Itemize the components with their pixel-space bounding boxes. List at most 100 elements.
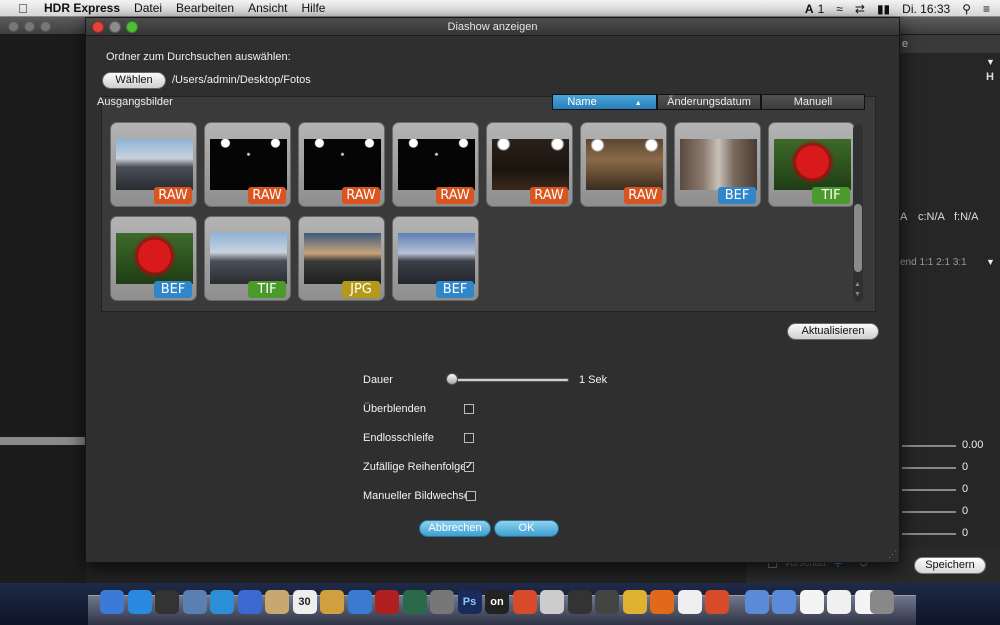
resize-handle-icon[interactable]: ⋰ [888,549,897,560]
calendar-icon[interactable]: 30 [292,590,317,614]
folder-blue-icon[interactable] [744,590,769,614]
adjust-slider-5[interactable] [902,533,956,535]
duration-slider-knob[interactable] [446,373,458,385]
refresh-button[interactable]: Aktualisieren [787,323,879,340]
adjust-slider-3[interactable] [902,489,956,491]
duration-label: Dauer [363,374,393,386]
adjust-slider-2[interactable] [902,467,956,469]
safari-icon[interactable] [210,590,234,614]
chrome-alt-icon[interactable] [705,590,729,614]
doc-icon[interactable] [799,590,824,614]
facetime-icon[interactable] [237,590,262,614]
ok-button[interactable]: OK [494,520,559,537]
sort-ascending-icon: ▲ [634,100,642,107]
thumbnail-item[interactable]: RAW [298,122,385,207]
bg-close-icon[interactable] [8,21,19,32]
adobe-icon[interactable]: A [805,2,814,16]
option-crossfade-checkbox[interactable] [464,404,474,414]
disk-icon[interactable] [540,590,564,614]
iphoto-icon[interactable] [320,590,344,614]
battery-icon[interactable]: ▮▮ [877,2,890,16]
apple-menu-icon[interactable]:  [14,1,32,16]
addressbook-icon[interactable] [265,590,289,614]
itunes-icon[interactable] [347,590,372,614]
photoshop-icon[interactable]: Ps [457,590,482,614]
scroll-up-icon[interactable]: ▲ [854,281,861,288]
trash-icon[interactable] [870,590,894,614]
thumbnail-item[interactable]: TIF [768,122,855,207]
doc2-icon[interactable] [827,590,851,614]
status-area: A 1 ≈ ⇄ ▮▮ Di. 16:33 ⚲ ≡ [805,0,990,17]
thumbnail-item[interactable]: JPG [298,216,385,301]
menu-hilfe[interactable]: Hilfe [301,1,325,15]
thumbnail-image [210,139,287,190]
option-manual-checkbox[interactable] [466,491,476,501]
thumbnail-item[interactable]: RAW [392,122,479,207]
system-prefs-icon[interactable] [430,590,454,614]
option-loop-checkbox[interactable] [464,433,474,443]
thumbnail-item[interactable]: BEF [110,216,197,301]
menu-bearbeiten[interactable]: Bearbeiten [176,1,234,15]
close-icon[interactable] [92,21,104,33]
folder-icon[interactable] [622,590,647,614]
zoom-dropdown-icon[interactable]: ▼ [986,257,995,267]
thumbnail-scrollbar[interactable]: ▲ ▼ [853,124,863,302]
format-badge: TIF [248,281,286,298]
wifi-icon[interactable]: ≈ [836,2,843,16]
option-shuffle-checkbox[interactable]: ✓ [464,462,474,472]
sort-tab-manual[interactable]: Manuell [761,94,865,110]
thumbnail-item[interactable]: RAW [110,122,197,207]
textedit-icon[interactable] [677,590,702,614]
zoom-icon[interactable] [126,21,138,33]
thumbnail-item[interactable]: TIF [204,216,291,301]
save-button[interactable]: Speichern [914,557,986,574]
thumbnail-image [210,233,287,284]
sort-tab-date[interactable]: Änderungsdatum [657,94,761,110]
zoom-labels[interactable]: end 1:1 2:1 3:1 [900,257,967,268]
list-icon[interactable]: ≡ [983,2,990,16]
clock-text[interactable]: Di. 16:33 [902,2,950,16]
h-label: H [986,71,994,83]
photo-booth-icon[interactable] [375,590,399,614]
adjust-value-2: 0 [962,461,969,473]
background-scroll-bar[interactable] [0,437,86,445]
thumbnail-image [116,233,193,284]
time-machine-icon[interactable] [402,590,427,614]
adjust-slider-1[interactable] [902,445,956,447]
camera-icon[interactable] [567,590,592,614]
menu-ansicht[interactable]: Ansicht [248,1,287,15]
thumbnail-item[interactable]: RAW [486,122,573,207]
thumbnail-item[interactable]: RAW [204,122,291,207]
menu-datei[interactable]: Datei [134,1,162,15]
dialog-title: Diashow anzeigen [447,21,538,33]
search-icon[interactable]: ⚲ [962,2,971,16]
app-menu[interactable]: HDR Express [44,1,120,15]
thumbnail-item[interactable]: BEF [674,122,761,207]
menu-bar:  HDR Express Datei Bearbeiten Ansicht H… [0,0,1000,17]
sort-tab-name[interactable]: Name ▲ [552,94,657,110]
app-store-icon[interactable] [127,590,152,614]
screenshot-icon[interactable] [595,590,619,614]
preview-icon[interactable] [182,590,207,614]
format-badge: BEF [718,187,756,204]
bg-minimize-icon[interactable] [24,21,35,32]
firefox-icon[interactable] [650,590,674,614]
dialog-title-bar: Diashow anzeigen [86,18,899,36]
adjust-slider-4[interactable] [902,511,956,513]
right-panel-dropdown-icon[interactable]: ▼ [986,57,995,67]
chrome-icon[interactable] [512,590,537,614]
scroll-down-icon[interactable]: ▼ [854,291,861,298]
sync-icon[interactable]: ⇄ [855,2,865,16]
finder-icon[interactable] [100,590,124,614]
cancel-button[interactable]: Abbrechen [419,520,491,537]
on1-icon[interactable]: on [485,590,509,614]
bg-zoom-icon[interactable] [40,21,51,32]
folder-blue2-icon[interactable] [772,590,796,614]
thumbnail-item[interactable]: BEF [392,216,479,301]
scrollbar-knob[interactable] [854,204,862,272]
thumbnail-item[interactable]: RAW [580,122,667,207]
clock-icon[interactable] [155,590,179,614]
duration-slider[interactable] [449,378,569,382]
choose-folder-button[interactable]: Wählen [102,72,166,89]
source-images-label: Ausgangsbilder [97,96,173,108]
